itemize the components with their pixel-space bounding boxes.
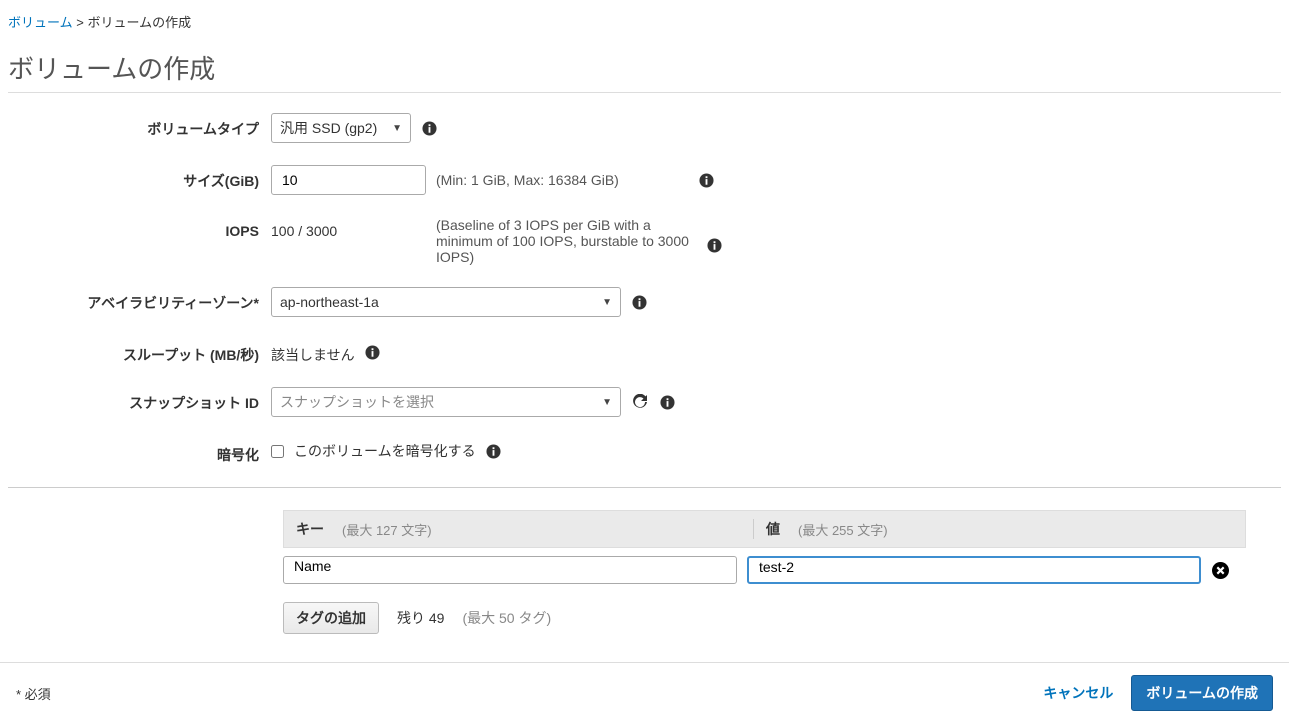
tag-key-input[interactable] — [292, 557, 728, 575]
iops-label: IOPS — [8, 217, 271, 239]
refresh-icon[interactable] — [631, 393, 649, 411]
info-icon[interactable] — [365, 344, 381, 360]
tags-max-hint: (最大 50 タグ) — [462, 608, 551, 628]
iops-hint: (Baseline of 3 IOPS per GiB with a minim… — [436, 217, 696, 265]
tags-header: キー (最大 127 文字) 値 (最大 255 文字) — [283, 510, 1246, 548]
tags-value-hint: (最大 255 文字) — [798, 520, 888, 539]
tag-value-input-wrap — [747, 556, 1201, 584]
snapshot-placeholder: スナップショットを選択 — [280, 392, 434, 412]
info-icon[interactable] — [706, 237, 722, 253]
create-volume-button[interactable]: ボリュームの作成 — [1131, 675, 1273, 711]
footer-bar: * 必須 キャンセル ボリュームの作成 — [0, 662, 1289, 727]
breadcrumb-parent-link[interactable]: ボリューム — [8, 15, 73, 30]
cancel-button[interactable]: キャンセル — [1043, 683, 1113, 703]
tags-key-header: キー — [296, 519, 324, 539]
chevron-down-icon: ▼ — [392, 123, 402, 134]
chevron-down-icon: ▼ — [602, 397, 612, 408]
tag-value-input[interactable] — [757, 558, 1191, 576]
info-icon[interactable] — [486, 443, 502, 459]
tags-remaining: 残り 49 — [397, 608, 444, 628]
breadcrumb-current: ボリュームの作成 — [87, 15, 191, 30]
snapshot-select[interactable]: スナップショットを選択 ▼ — [271, 387, 621, 417]
info-icon[interactable] — [631, 294, 647, 310]
iops-value: 100 / 3000 — [271, 217, 426, 239]
divider — [8, 487, 1281, 488]
az-select[interactable]: ap-northeast-1a ▼ — [271, 287, 621, 317]
snapshot-label: スナップショット ID — [8, 387, 271, 413]
volume-type-value: 汎用 SSD (gp2) — [280, 118, 377, 138]
tags-value-header: 値 — [766, 519, 780, 539]
tag-key-input-wrap — [283, 556, 737, 584]
tag-row — [283, 556, 1246, 584]
size-input-wrap — [271, 165, 426, 195]
remove-tag-icon[interactable] — [1211, 561, 1229, 579]
breadcrumb-sep: > — [76, 15, 84, 30]
size-input[interactable] — [280, 171, 417, 189]
divider — [8, 92, 1281, 93]
volume-type-select[interactable]: 汎用 SSD (gp2) ▼ — [271, 113, 411, 143]
encrypt-text: このボリュームを暗号化する — [294, 441, 476, 461]
size-label: サイズ(GiB) — [8, 165, 271, 191]
info-icon[interactable] — [421, 120, 437, 136]
add-tag-button[interactable]: タグの追加 — [283, 602, 379, 634]
az-value: ap-northeast-1a — [280, 294, 379, 310]
breadcrumb: ボリューム > ボリュームの作成 — [8, 12, 1281, 31]
size-hint: (Min: 1 GiB, Max: 16384 GiB) — [436, 172, 619, 188]
page-title: ボリュームの作成 — [8, 49, 1281, 86]
encrypt-checkbox[interactable] — [271, 445, 284, 458]
az-label: アベイラビリティーゾーン* — [8, 287, 271, 313]
volume-type-label: ボリュームタイプ — [8, 113, 271, 139]
throughput-value: 該当しません — [271, 339, 355, 365]
chevron-down-icon: ▼ — [602, 297, 612, 308]
required-note: * 必須 — [16, 684, 51, 703]
throughput-label: スループット (MB/秒) — [8, 339, 271, 365]
info-icon[interactable] — [699, 172, 715, 188]
info-icon[interactable] — [659, 394, 675, 410]
tags-key-hint: (最大 127 文字) — [342, 520, 432, 539]
encrypt-label: 暗号化 — [8, 439, 271, 465]
